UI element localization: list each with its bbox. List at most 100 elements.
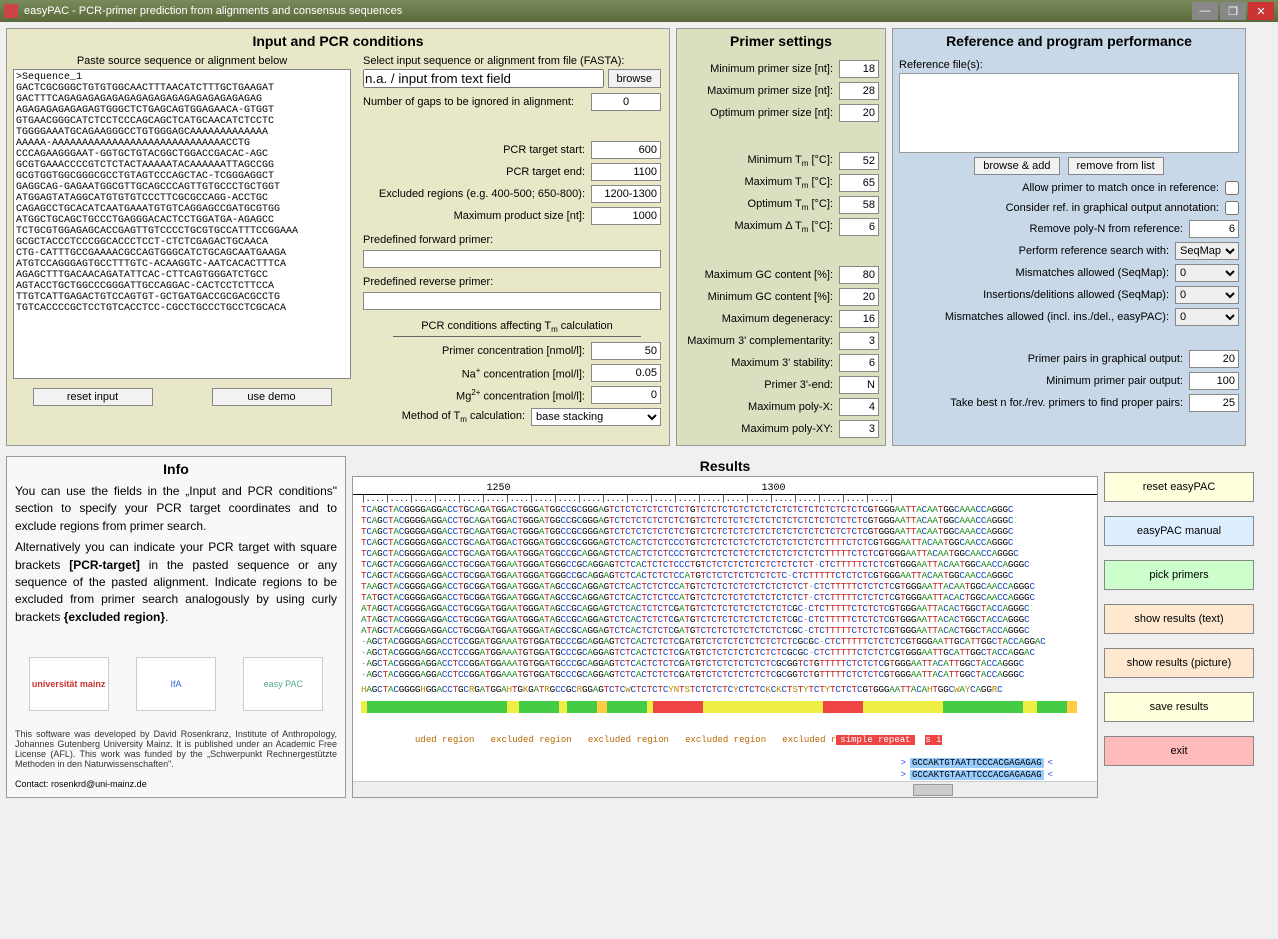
max-size-input[interactable] — [839, 82, 879, 100]
primer-conc-label: Primer concentration [nmol/l]: — [363, 345, 591, 357]
paste-label: Paste source sequence or alignment below — [13, 53, 351, 69]
max-3comp-label: Maximum 3' complementarity: — [683, 335, 839, 347]
pick-primers-button[interactable]: pick primers — [1104, 560, 1254, 590]
browse-button[interactable]: browse — [608, 69, 661, 88]
min-tm-label: Minimum Tm [°C]: — [683, 154, 839, 168]
mg-conc-label: Mg2+ concentration [mol/l]: — [363, 388, 591, 403]
show-results-picture-button[interactable]: show results (picture) — [1104, 648, 1254, 678]
info-title: Info — [15, 461, 337, 477]
max-deg-input[interactable] — [839, 310, 879, 328]
min-tm-input[interactable] — [839, 152, 879, 170]
app-icon — [4, 4, 18, 18]
target-start-label: PCR target start: — [363, 144, 591, 156]
na-conc-input[interactable] — [591, 364, 661, 382]
reset-easypac-button[interactable]: reset easyPAC — [1104, 472, 1254, 502]
primer-conc-input[interactable] — [591, 342, 661, 360]
reset-input-button[interactable]: reset input — [33, 388, 153, 406]
remove-from-list-button[interactable]: remove from list — [1068, 157, 1164, 175]
mm-easypac-select[interactable]: 0 — [1175, 308, 1239, 326]
max-polyx-input[interactable] — [839, 398, 879, 416]
ruler-ticks: |....|....|....|....|....|....|....|....… — [353, 495, 1097, 504]
results-viewer[interactable]: 1250 1300 |....|....|....|....|....|....… — [352, 476, 1098, 798]
mm-seqmap-select[interactable]: 0 — [1175, 264, 1239, 282]
best-n-label: Take best n for./rev. primers to find pr… — [950, 397, 1189, 409]
max-3comp-input[interactable] — [839, 332, 879, 350]
maximize-button[interactable]: ❐ — [1220, 2, 1246, 20]
opt-tm-input[interactable] — [839, 196, 879, 214]
pairs-graph-input[interactable] — [1189, 350, 1239, 368]
use-demo-button[interactable]: use demo — [212, 388, 332, 406]
results-ruler: 1250 1300 — [353, 477, 1097, 495]
target-start-input[interactable] — [591, 141, 661, 159]
minimize-button[interactable]: — — [1192, 2, 1218, 20]
p3end-label: Primer 3'-end: — [683, 379, 839, 391]
consider-graph-label: Consider ref. in graphical output annota… — [1006, 202, 1225, 214]
window-titlebar: easyPAC - PCR-primer prediction from ali… — [0, 0, 1278, 22]
gaps-input[interactable] — [591, 93, 661, 111]
delta-tm-input[interactable] — [839, 218, 879, 236]
pre-rev-input[interactable] — [363, 292, 661, 310]
opt-tm-label: Optimum Tm [°C]: — [683, 198, 839, 212]
ref-files-label: Reference file(s): — [899, 57, 1239, 73]
file-path-input[interactable] — [363, 69, 604, 88]
allow-match-checkbox[interactable] — [1225, 181, 1239, 195]
results-scrollbar[interactable] — [353, 781, 1097, 797]
max-product-label: Maximum product size [nt]: — [363, 210, 591, 222]
max-size-label: Maximum primer size [nt]: — [683, 85, 839, 97]
reference-panel: Reference and program performance Refere… — [892, 28, 1246, 446]
remove-polyn-label: Remove poly-N from reference: — [1030, 223, 1189, 235]
max-product-input[interactable] — [591, 207, 661, 225]
sequence-input[interactable]: >Sequence_1 GACTCGCGGGCTGTGTGGCAACTTTAAC… — [13, 69, 351, 379]
browse-add-button[interactable]: browse & add — [974, 157, 1059, 175]
info-panel: Info You can use the fields in the „Inpu… — [6, 456, 346, 798]
manual-button[interactable]: easyPAC manual — [1104, 516, 1254, 546]
allow-match-label: Allow primer to match once in reference: — [1022, 182, 1225, 194]
save-results-button[interactable]: save results — [1104, 692, 1254, 722]
pre-fwd-input[interactable] — [363, 250, 661, 268]
info-text-2: Alternatively you can indicate your PCR … — [15, 539, 337, 626]
search-with-label: Perform reference search with: — [1019, 245, 1175, 257]
results-title: Results — [352, 456, 1098, 476]
input-panel-title: Input and PCR conditions — [7, 29, 669, 53]
ref-panel-title: Reference and program performance — [893, 29, 1245, 53]
max-tm-input[interactable] — [839, 174, 879, 192]
max-polyx-label: Maximum poly-X: — [683, 401, 839, 413]
conservation-bar — [361, 701, 1089, 713]
mm-easypac-label: Mismatches allowed (incl. ins./del., eas… — [945, 311, 1175, 323]
close-button[interactable]: ✕ — [1248, 2, 1274, 20]
mg-conc-input[interactable] — [591, 386, 661, 404]
remove-polyn-input[interactable] — [1189, 220, 1239, 238]
results-panel: Results 1250 1300 |....|....|....|....|.… — [352, 456, 1098, 798]
ref-files-list[interactable] — [899, 73, 1239, 153]
contact-text: Contact: rosenkrd@uni-mainz.de — [15, 779, 337, 789]
action-buttons-column: reset easyPAC easyPAC manual pick primer… — [1104, 456, 1254, 798]
excluded-label: Excluded regions (e.g. 400-500; 650-800)… — [363, 188, 591, 200]
max-polyxy-label: Maximum poly-XY: — [683, 423, 839, 435]
target-end-label: PCR target end: — [363, 166, 591, 178]
search-with-select[interactable]: SeqMap — [1175, 242, 1239, 260]
p3end-input[interactable] — [839, 376, 879, 394]
primer-settings-panel: Primer settings Minimum primer size [nt]… — [676, 28, 886, 446]
delta-tm-label: Maximum Δ Tm [°C]: — [683, 220, 839, 234]
max-3stab-input[interactable] — [839, 354, 879, 372]
excluded-input[interactable] — [591, 185, 661, 203]
target-end-input[interactable] — [591, 163, 661, 181]
opt-size-input[interactable] — [839, 104, 879, 122]
consider-graph-checkbox[interactable] — [1225, 201, 1239, 215]
max-polyxy-input[interactable] — [839, 420, 879, 438]
max-deg-label: Maximum degeneracy: — [683, 313, 839, 325]
show-results-text-button[interactable]: show results (text) — [1104, 604, 1254, 634]
min-gc-input[interactable] — [839, 288, 879, 306]
max-gc-input[interactable] — [839, 266, 879, 284]
consensus-line: HAGCTACGGGGHGGACCTGCRGATGGAHTGKGATRGCCGC… — [361, 684, 1089, 695]
min-pair-out-input[interactable] — [1189, 372, 1239, 390]
min-size-input[interactable] — [839, 60, 879, 78]
indel-seqmap-label: Insertions/delitions allowed (SeqMap): — [983, 289, 1175, 301]
uni-mainz-logo: universität mainz — [29, 657, 109, 711]
credits-text: This software was developed by David Ros… — [15, 729, 337, 769]
exit-button[interactable]: exit — [1104, 736, 1254, 766]
alignment-lines: TCAGCTACGGGGAGGACCTGCAGATGGACTGGGATGGCCG… — [353, 504, 1097, 684]
best-n-input[interactable] — [1189, 394, 1239, 412]
tm-method-select[interactable]: base stacking — [531, 408, 661, 426]
indel-seqmap-select[interactable]: 0 — [1175, 286, 1239, 304]
